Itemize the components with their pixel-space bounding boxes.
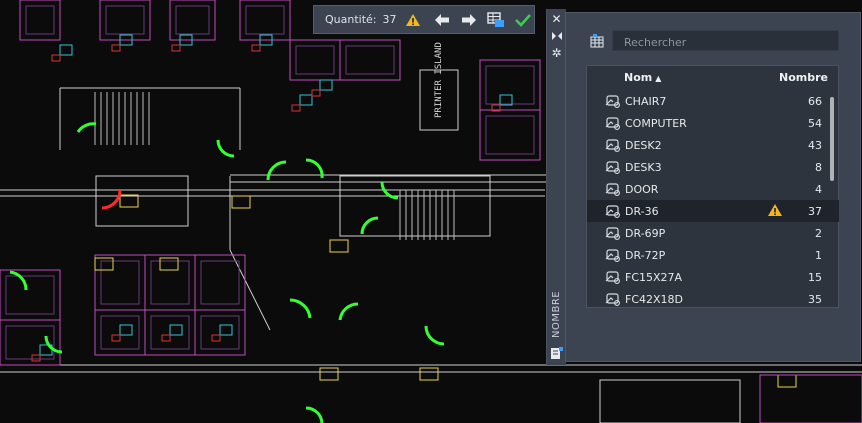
block-count: 35	[808, 293, 822, 306]
block-icon	[605, 226, 621, 240]
list-item[interactable]: DOOR 4	[587, 178, 839, 200]
search-box	[612, 30, 839, 52]
name-header-label: Nom	[624, 71, 653, 84]
count-palette: Nom▲ Nombre CHAIR766COMPUTER54DESK243DES…	[565, 12, 861, 362]
block-rows: CHAIR7 66 COMPUTER 54 DESK2 43 DESK3 8 DOOR 4 DR-3…	[587, 90, 839, 310]
palette-title: NOMBRE	[551, 290, 562, 338]
block-icon	[605, 182, 621, 196]
list-item[interactable]: CHAIR7 66	[587, 90, 839, 112]
block-count: 1	[815, 249, 822, 262]
block-count: 15	[808, 271, 822, 284]
list-item[interactable]: FC42X18D 35	[587, 288, 839, 310]
block-name: DR-36	[625, 205, 659, 218]
list-item[interactable]: DR-69P 2	[587, 222, 839, 244]
block-name: DR-72P	[625, 249, 666, 262]
checkmark-icon[interactable]	[513, 9, 534, 31]
block-icon	[605, 138, 621, 152]
warning-icon	[767, 203, 783, 220]
block-name: DESK3	[625, 161, 662, 174]
block-icon	[605, 116, 621, 130]
count-table-icon[interactable]	[549, 346, 564, 360]
list-scrollbar[interactable]	[830, 97, 834, 181]
settings-icon[interactable]: ✲	[549, 46, 564, 60]
block-name: CHAIR7	[625, 95, 667, 108]
search-input[interactable]	[613, 33, 838, 52]
block-icon	[605, 292, 621, 306]
list-item[interactable]: DESK2 43	[587, 134, 839, 156]
block-count: 43	[808, 139, 822, 152]
list-header: Nom ▲ Nombre	[587, 66, 838, 88]
list-item[interactable]: DESK3 8	[587, 156, 839, 178]
count-toolbar: Quantité: 37	[313, 5, 535, 34]
block-list: Nom ▲ Nombre CHAIR7 66 COMPUTER 54 DESK2 43 DES…	[586, 65, 839, 308]
block-count: 37	[808, 205, 822, 218]
count-column-header[interactable]: Nombre	[779, 71, 828, 84]
arrow-right-icon[interactable]	[459, 9, 480, 31]
warning-icon[interactable]	[403, 9, 424, 31]
block-count: 54	[808, 117, 822, 130]
sort-ascending-icon: ▲	[655, 74, 662, 83]
block-name: DR-69P	[625, 227, 666, 240]
block-name: COMPUTER	[625, 117, 687, 130]
block-name: DOOR	[625, 183, 659, 196]
block-count: 2	[815, 227, 822, 240]
block-name: FC15X27A	[625, 271, 683, 284]
quantity-value: 37	[382, 13, 397, 26]
block-name: DESK2	[625, 139, 662, 152]
arrow-left-icon[interactable]	[432, 9, 453, 31]
block-icon	[605, 94, 621, 108]
close-icon[interactable]: ✕	[549, 12, 564, 26]
list-item[interactable]: FC15X27A 15	[587, 266, 839, 288]
block-icon	[605, 270, 621, 284]
list-item[interactable]: DR-36 37	[587, 200, 839, 222]
quantity-label: Quantité:	[325, 13, 377, 26]
auto-hide-icon[interactable]	[549, 29, 564, 43]
block-name: FC42X18D	[625, 293, 684, 306]
block-icon	[605, 204, 621, 218]
list-item[interactable]: COMPUTER 54	[587, 112, 839, 134]
block-count: 4	[815, 183, 822, 196]
block-count: 66	[808, 95, 822, 108]
name-column-header[interactable]: Nom ▲	[624, 71, 661, 84]
block-count: 8	[815, 161, 822, 174]
list-item[interactable]: DR-72P 1	[587, 244, 839, 266]
block-icon	[605, 160, 621, 174]
printer-island-label: PRINTER ISLAND	[434, 42, 444, 118]
block-icon	[605, 248, 621, 262]
block-table-icon[interactable]	[590, 33, 604, 52]
palette-side-strip: ✕ ✲ NOMBRE	[546, 9, 566, 365]
insert-table-icon[interactable]	[486, 9, 507, 31]
